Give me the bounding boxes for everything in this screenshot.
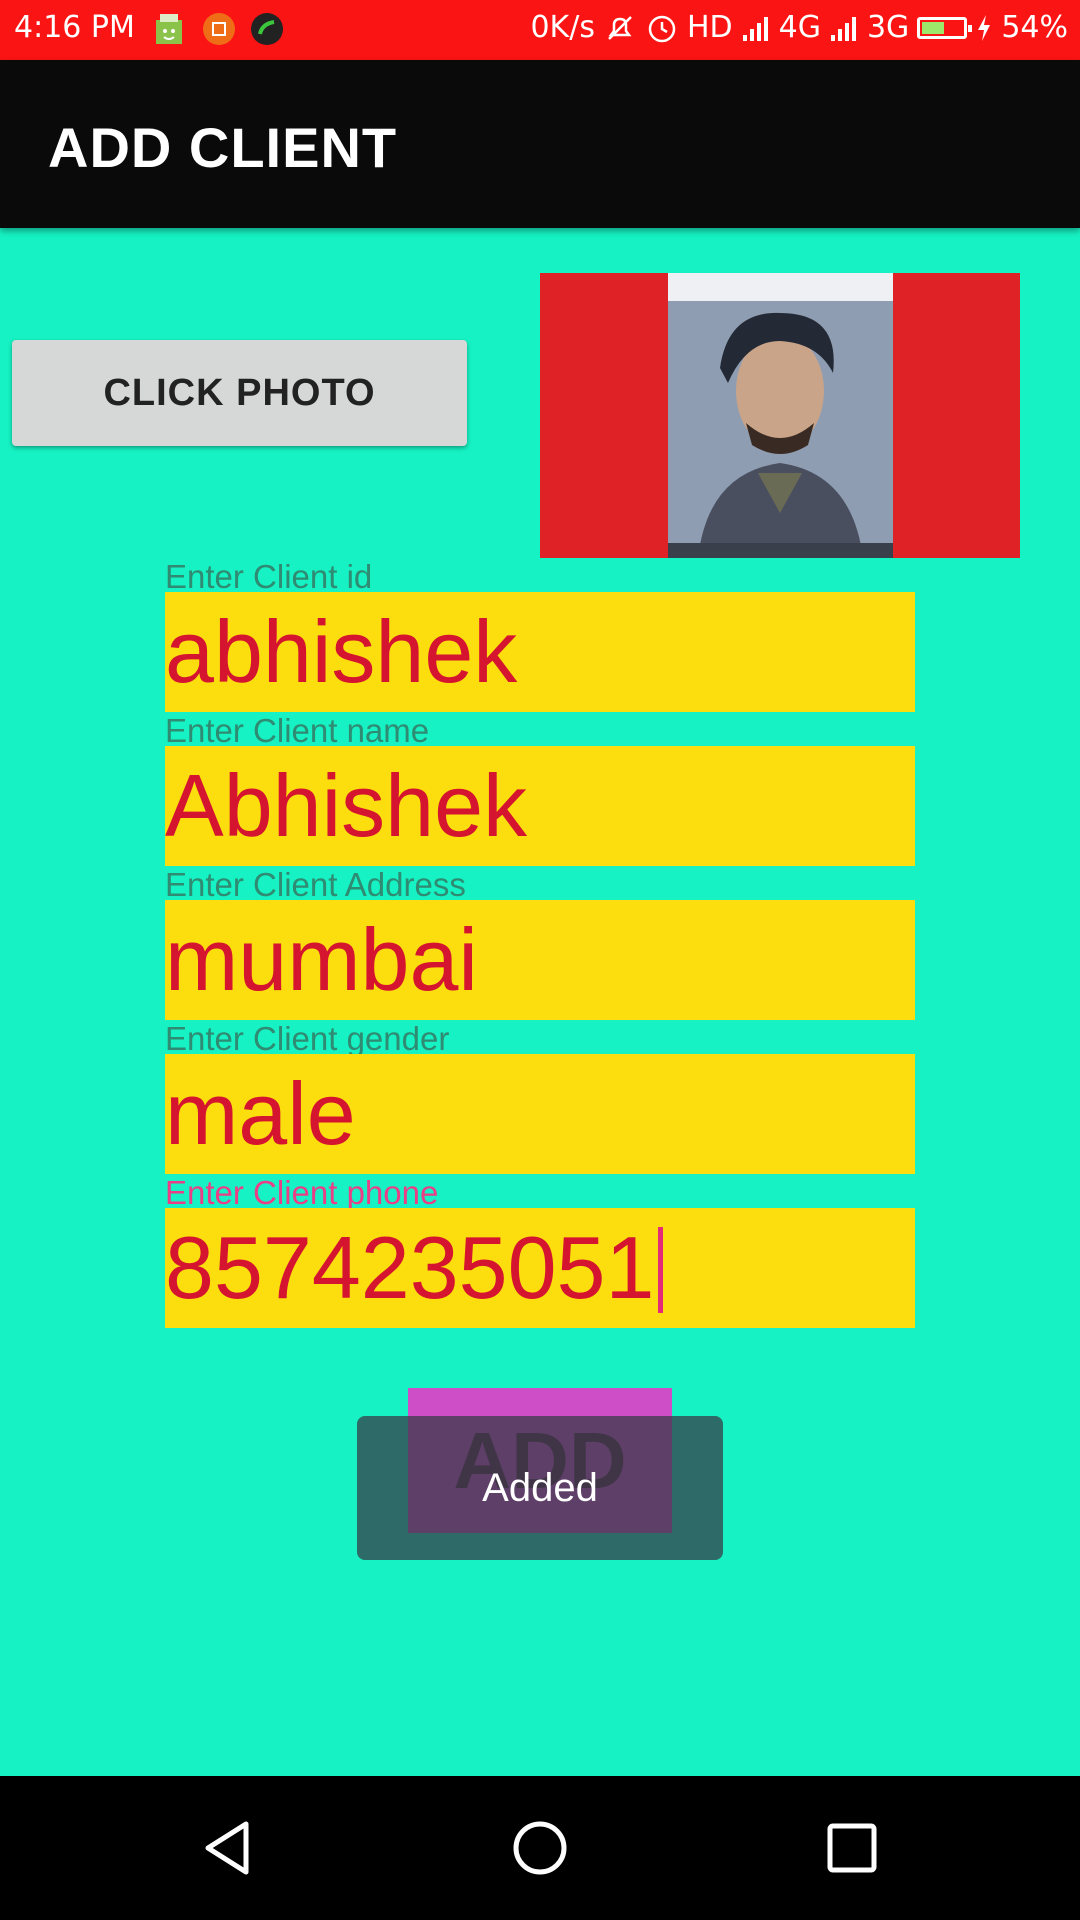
client-phone-value: 8574235051 [165,1208,664,1328]
client-gender-label: Enter Client gender [165,1020,450,1057]
text-cursor [658,1226,664,1313]
client-phone-text: 8574235051 [165,1218,655,1317]
network-3g: 3G [866,10,910,45]
client-name-value: Abhishek [165,756,528,855]
net-speed: 0K/s [530,10,595,45]
client-gender-input[interactable]: male [165,1054,915,1174]
page-title: ADD CLIENT [48,116,398,179]
hd-label: HD [686,10,733,45]
battery-icon [917,16,973,39]
charging-icon [978,14,991,41]
toast-message: Added [357,1416,723,1560]
client-id-value: abhishek [165,602,518,701]
client-id-input[interactable]: abhishek [165,592,915,712]
client-address-input[interactable]: mumbai [165,900,915,1020]
status-bar: 4:16 PM 0K/s HD 4G 3G 54% [0,0,1080,60]
store-icon [156,14,182,44]
client-id-label: Enter Client id [165,558,373,595]
mute-bell-icon [608,15,632,40]
client-photo [668,273,893,558]
signal-icon [830,16,856,41]
client-address-label: Enter Client Address [165,866,466,903]
battery-percent: 54% [1001,10,1068,45]
signal-icon [742,16,768,41]
back-icon[interactable] [198,1818,258,1878]
status-time: 4:16 PM [14,10,135,45]
recents-icon[interactable] [822,1818,882,1878]
photo-preview [540,273,1020,558]
client-phone-label: Enter Client phone [165,1174,439,1211]
phone-icon [251,13,283,45]
home-icon[interactable] [510,1818,570,1878]
click-photo-button[interactable]: CLICK PHOTO [12,340,467,446]
client-address-value: mumbai [165,910,478,1009]
app-bar: ADD CLIENT [0,60,1080,228]
navigation-bar [0,1776,1080,1920]
client-phone-input[interactable]: 8574235051 [165,1208,915,1328]
client-gender-value: male [165,1064,356,1163]
client-name-label: Enter Client name [165,712,430,749]
alarm-icon [648,15,676,42]
network-4g: 4G [778,10,821,45]
client-name-input[interactable]: Abhishek [165,746,915,866]
crop-icon [203,13,235,45]
status-right: 0K/s HD 4G 3G 54% [530,10,1068,45]
